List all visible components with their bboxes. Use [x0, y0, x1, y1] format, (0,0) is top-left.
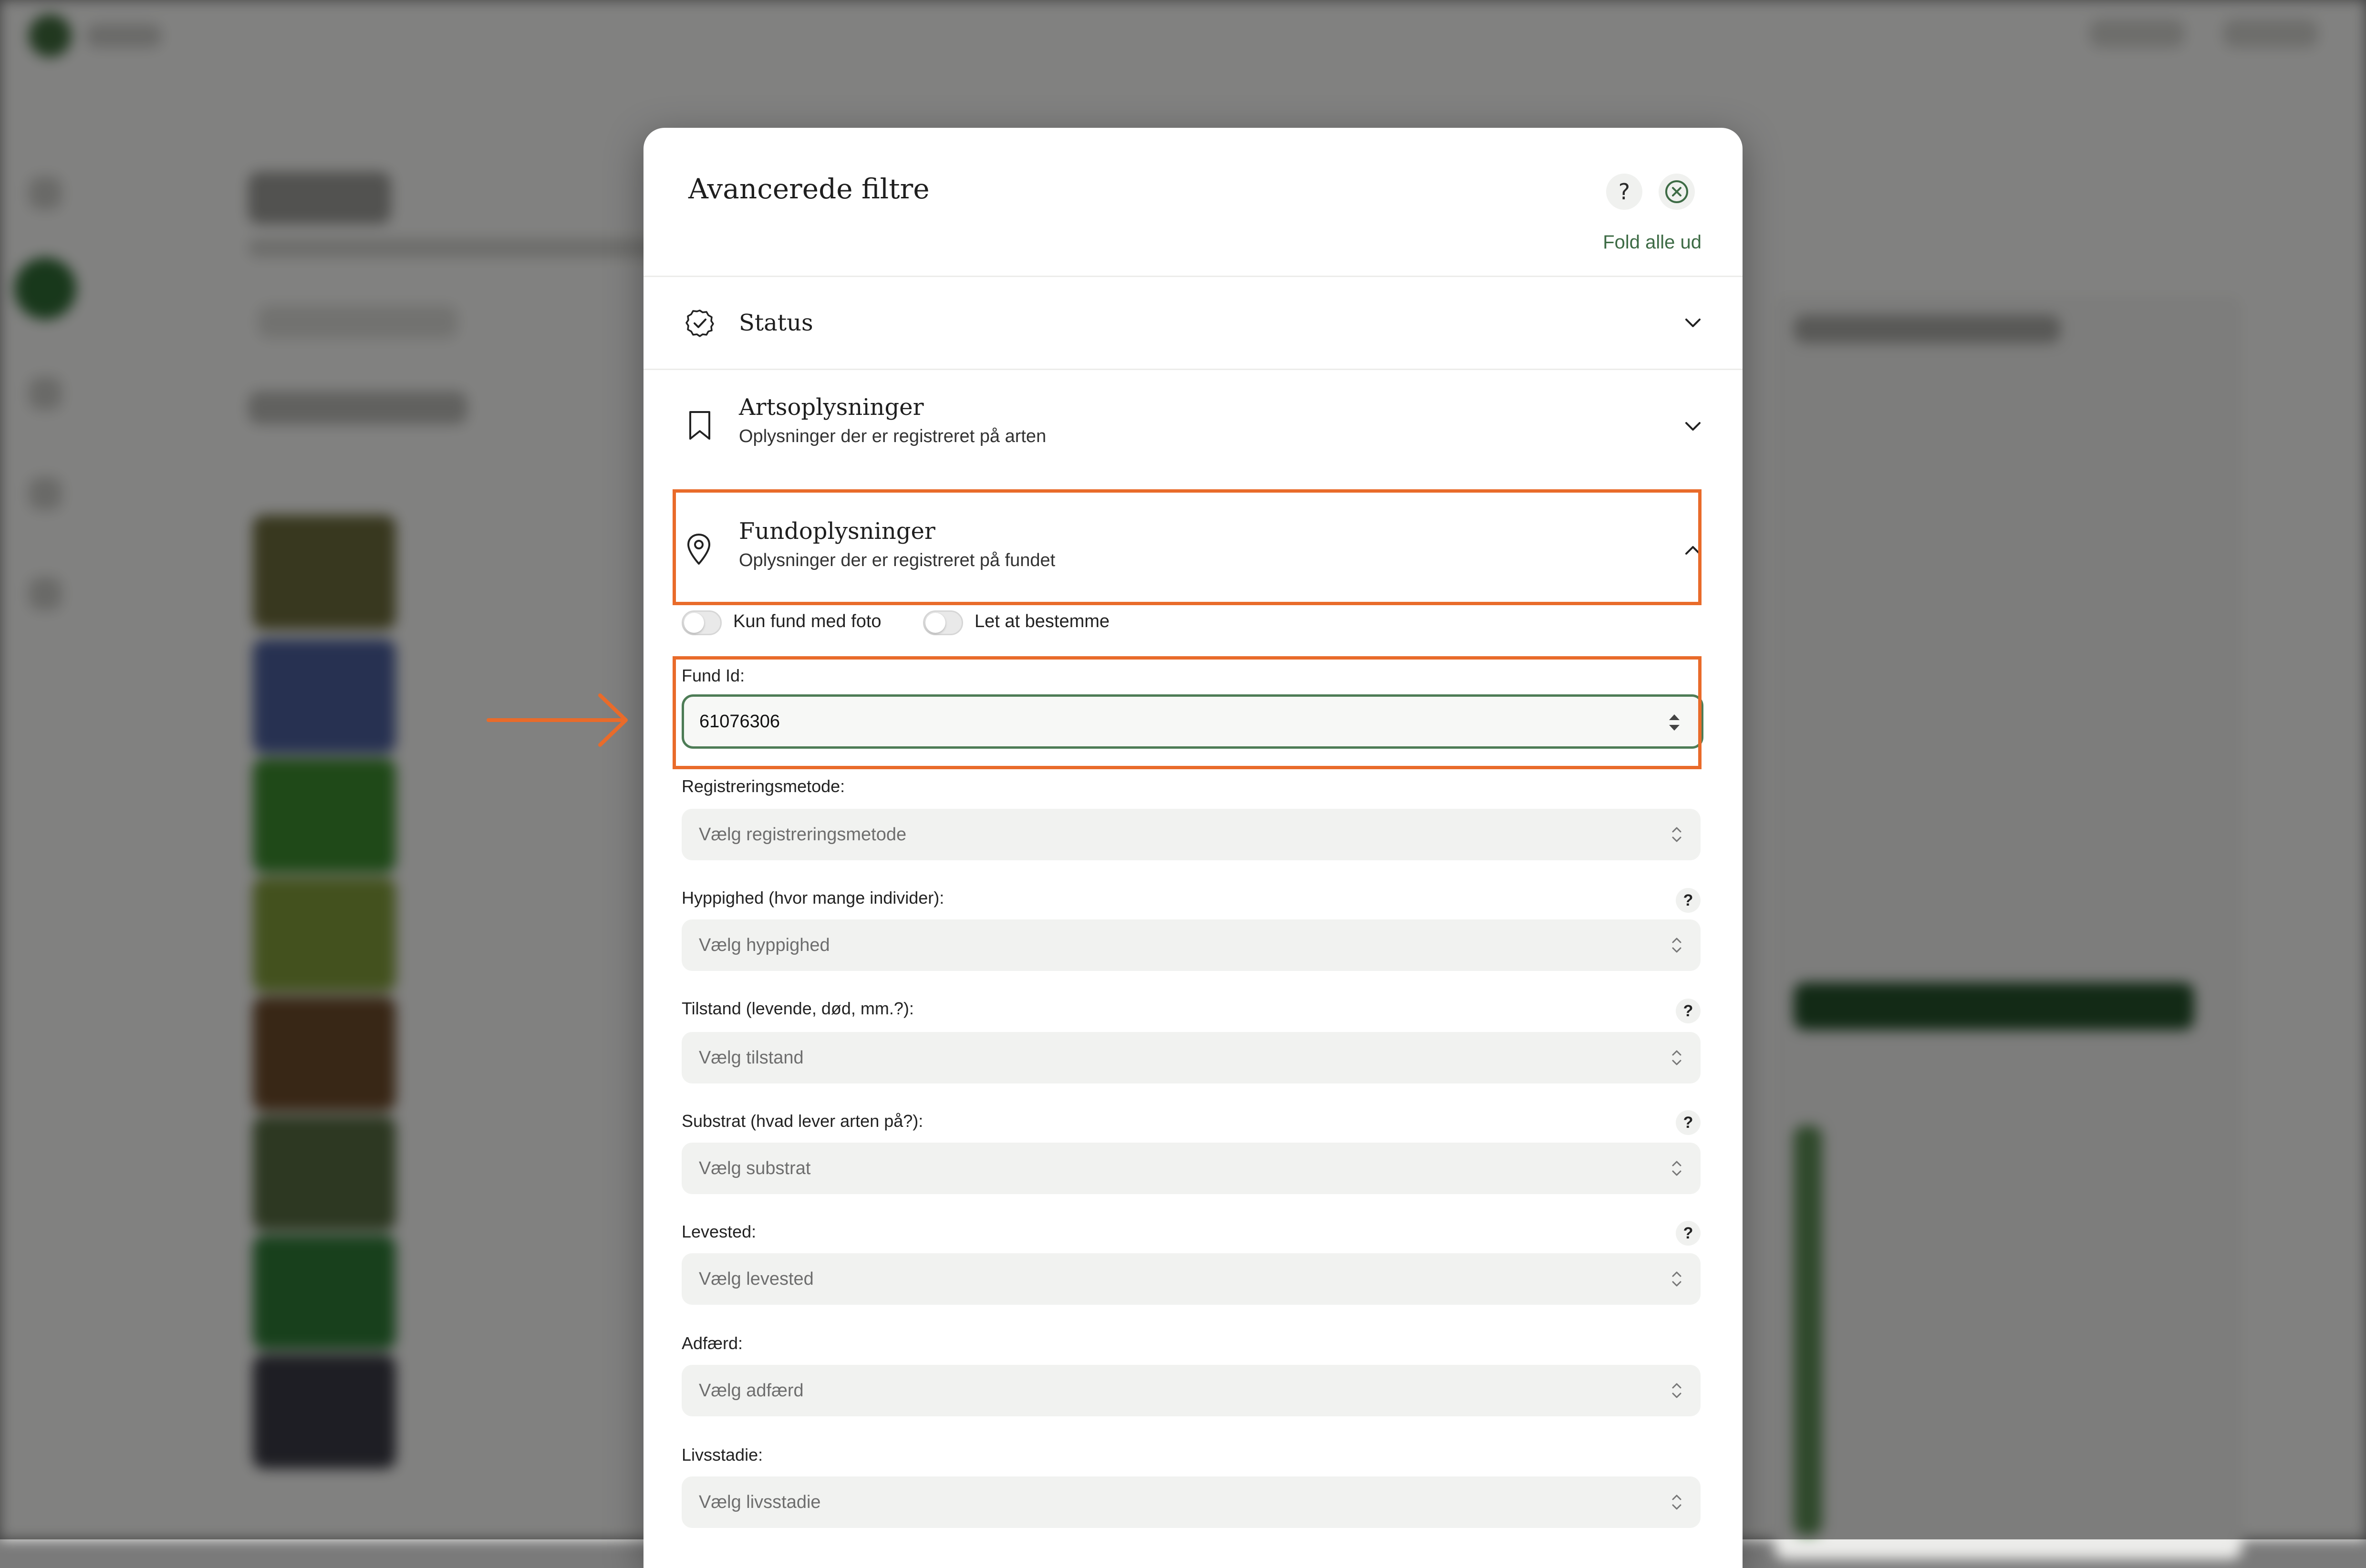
habitat-select[interactable]: Vælg levested [682, 1253, 1701, 1305]
select-placeholder: Vælg substrat [699, 1158, 811, 1178]
help-button[interactable]: ? [1606, 174, 1642, 210]
condition-label: Tilstand (levende, død, mm.?): [682, 999, 914, 1018]
frequency-select[interactable]: Vælg hyppighed [682, 919, 1701, 971]
photo-only-toggle[interactable] [682, 610, 722, 635]
select-placeholder: Vælg levested [699, 1269, 814, 1289]
frequency-label: Hyppighed (hvor mange individer): [682, 888, 944, 908]
section-highlight-box [673, 489, 1702, 605]
section-title: Status [739, 309, 813, 336]
substrate-select[interactable]: Vælg substrat [682, 1143, 1701, 1194]
select-arrows-icon [1672, 938, 1681, 953]
bookmark-icon [689, 411, 710, 440]
condition-select[interactable]: Vælg tilstand [682, 1032, 1701, 1083]
close-button[interactable] [1659, 174, 1695, 210]
habitat-label: Levested: [682, 1222, 757, 1241]
check-circle-icon [685, 309, 714, 337]
select-arrows-icon [1672, 1161, 1681, 1176]
behavior-label: Adfærd: [682, 1333, 743, 1353]
toggle-label: Kun fund med foto [733, 611, 882, 631]
registration-method-select[interactable]: Vælg registreringsmetode [682, 809, 1701, 860]
select-placeholder: Vælg hyppighed [699, 935, 830, 955]
substrate-help-icon[interactable]: ? [1676, 1110, 1701, 1135]
chevron-down-icon [1685, 319, 1701, 327]
toggle-label: Let at bestemme [975, 611, 1110, 631]
easy-to-identify-toggle[interactable] [923, 610, 963, 635]
section-title: Artsoplysninger [739, 394, 924, 421]
life-stage-label: Livsstadie: [682, 1445, 763, 1465]
substrate-label: Substrat (hvad lever arten på?): [682, 1111, 924, 1131]
select-placeholder: Vælg livsstadie [699, 1492, 821, 1512]
frequency-help-icon[interactable]: ? [1676, 888, 1701, 913]
annotation-arrow-icon [487, 693, 628, 747]
select-placeholder: Vælg adfærd [699, 1381, 804, 1401]
advanced-filters-modal: Avancerede filtre ? Fold alle ud Status … [643, 128, 1743, 1568]
select-arrows-icon [1672, 1495, 1681, 1510]
section-subtitle: Oplysninger der er registreret på arten [739, 426, 1047, 446]
select-placeholder: Vælg tilstand [699, 1048, 804, 1068]
fold-all-link[interactable]: Fold alle ud [1603, 232, 1702, 253]
select-placeholder: Vælg registreringsmetode [699, 825, 907, 845]
select-arrows-icon [1672, 1271, 1681, 1287]
behavior-select[interactable]: Vælg adfærd [682, 1365, 1701, 1416]
chevron-down-icon [1685, 422, 1701, 431]
habitat-help-icon[interactable]: ? [1676, 1221, 1701, 1246]
modal-title: Avancerede filtre [688, 173, 930, 205]
registration-method-label: Registreringsmetode: [682, 776, 845, 796]
fund-id-highlight-box [673, 656, 1702, 769]
select-arrows-icon [1672, 1050, 1681, 1065]
section-artsoplysninger[interactable]: Artsoplysninger Oplysninger der er regis… [643, 370, 1743, 475]
life-stage-select[interactable]: Vælg livsstadie [682, 1476, 1701, 1528]
select-arrows-icon [1672, 827, 1681, 842]
section-status[interactable]: Status [643, 277, 1743, 369]
select-arrows-icon [1672, 1383, 1681, 1398]
condition-help-icon[interactable]: ? [1676, 999, 1701, 1023]
close-circle-icon [1665, 180, 1688, 203]
